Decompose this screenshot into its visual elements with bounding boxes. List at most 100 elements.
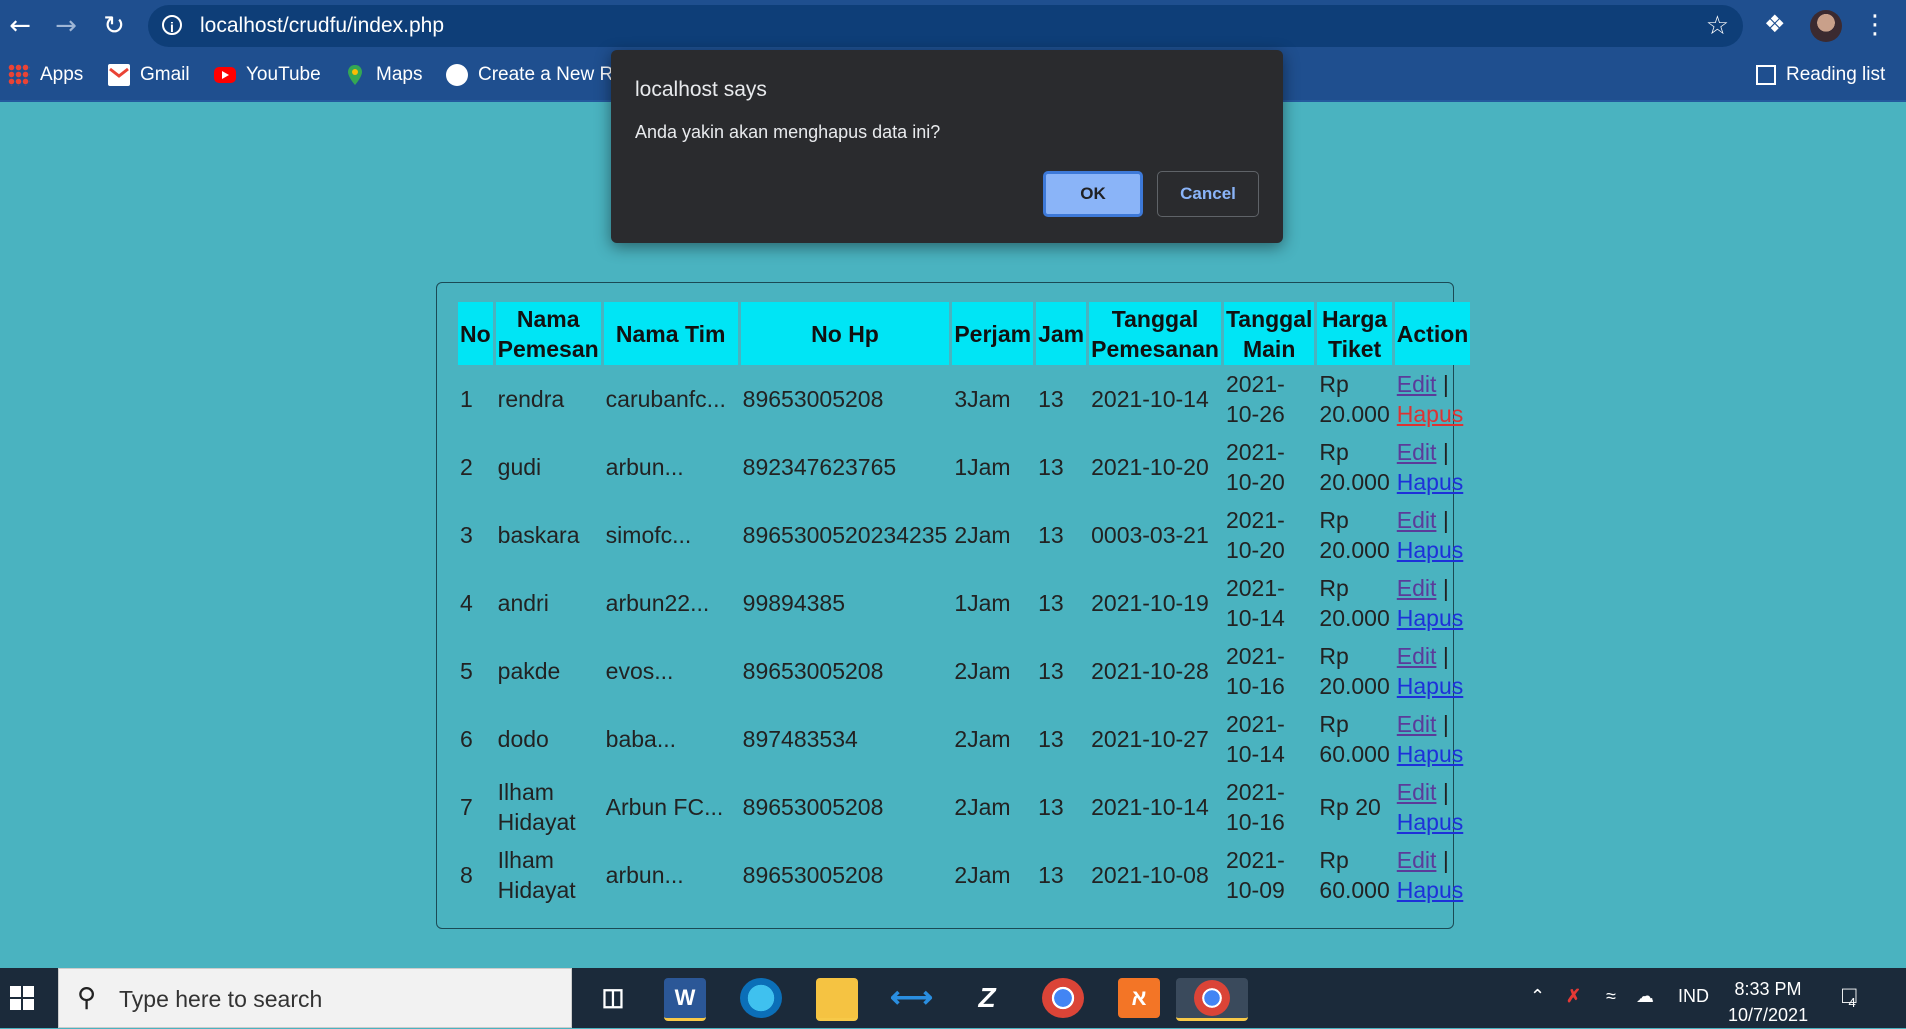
bookmark-maps[interactable]: Maps	[344, 64, 422, 86]
row-tgl-main-date: 10-16	[1225, 809, 1285, 835]
xampp-icon[interactable]: א	[1118, 978, 1160, 1018]
table-row: 7 Ilham Hidayat Arbun FC... 89653005208 2Jam 1…	[458, 773, 1470, 841]
language-indicator[interactable]: IND	[1678, 986, 1709, 1007]
chrome-icon[interactable]	[1042, 978, 1084, 1018]
reload-icon[interactable]: ↻	[100, 12, 128, 40]
hapus-link[interactable]: Hapus	[1397, 673, 1463, 699]
cell-nama-pemesan: baskara	[496, 501, 601, 569]
cell-no-hp: 897483534	[741, 705, 950, 773]
row-nama: gudi	[497, 454, 542, 480]
row-nama-last: Hidayat	[497, 877, 576, 903]
row-hp: 897483534	[742, 726, 858, 752]
edge-icon[interactable]	[740, 978, 782, 1018]
arrow-right-icon[interactable]: →	[52, 12, 80, 40]
task-view-icon[interactable]: ◫	[592, 978, 634, 1018]
edit-link[interactable]: Edit	[1397, 847, 1437, 873]
menu-kebab-icon[interactable]: ⋮	[1862, 10, 1888, 40]
edit-link[interactable]: Edit	[1397, 643, 1437, 669]
row-jam: 13	[1038, 454, 1064, 480]
cell-tanggal-pemesanan: 2021-10-14	[1089, 365, 1221, 433]
edit-link[interactable]: Edit	[1397, 439, 1437, 465]
cell-action: Edit | Hapus	[1395, 705, 1471, 773]
hapus-link[interactable]: Hapus	[1397, 537, 1463, 563]
row-jam: 13	[1038, 658, 1064, 684]
star-icon[interactable]: ☆	[1706, 11, 1729, 41]
cell-tanggal-main: 2021- 10-16	[1224, 637, 1314, 705]
word-icon[interactable]: W	[664, 978, 706, 1021]
filezilla-icon[interactable]: Z	[966, 978, 1008, 1018]
cell-action: Edit | Hapus	[1395, 637, 1471, 705]
row-hp: 99894385	[742, 590, 846, 616]
clock[interactable]: 8:33 PM 10/7/2021	[1728, 976, 1808, 1028]
bookmark-label: YouTube	[246, 64, 321, 85]
bookmark-youtube[interactable]: YouTube	[214, 64, 321, 86]
edit-link[interactable]: Edit	[1397, 779, 1437, 805]
windows-start-icon[interactable]	[10, 986, 34, 1010]
hapus-link[interactable]: Hapus	[1397, 741, 1463, 767]
row-tgl-main-year: 2021-	[1225, 507, 1285, 533]
wifi-icon[interactable]: ≈	[1606, 986, 1616, 1007]
cancel-button[interactable]: Cancel	[1157, 171, 1259, 217]
notification-icon[interactable]: □4	[1842, 982, 1864, 1010]
edit-link[interactable]: Edit	[1397, 575, 1437, 601]
avatar[interactable]	[1810, 10, 1842, 42]
cell-tanggal-main: 2021- 10-14	[1224, 705, 1314, 773]
row-perjam: 2Jam	[954, 726, 1011, 752]
hapus-link[interactable]: Hapus	[1397, 809, 1463, 835]
hapus-link[interactable]: Hapus	[1397, 401, 1463, 427]
edit-link[interactable]: Edit	[1397, 711, 1437, 737]
cell-perjam: 2Jam	[952, 501, 1033, 569]
action-separator: |	[1442, 371, 1449, 397]
search-icon: ⚲	[77, 983, 97, 1013]
cell-no: 8	[458, 841, 493, 909]
address-bar[interactable]: i localhost/crudfu/index.php ☆	[148, 5, 1743, 47]
hapus-link[interactable]: Hapus	[1397, 605, 1463, 631]
cell-harga-tiket: Rp 20	[1317, 773, 1391, 841]
hapus-link[interactable]: Hapus	[1397, 469, 1463, 495]
taskbar-search-input[interactable]: ⚲ Type here to search	[58, 968, 572, 1028]
cell-jam: 13	[1036, 569, 1086, 637]
cell-jam: 13	[1036, 433, 1086, 501]
bookmark-gmail[interactable]: Gmail	[108, 64, 190, 86]
row-perjam: 1Jam	[954, 454, 1011, 480]
cell-tanggal-main: 2021- 10-20	[1224, 501, 1314, 569]
reading-list-button[interactable]: Reading list	[1756, 64, 1885, 86]
row-tgl-pesan: 2021-10-08	[1091, 862, 1209, 888]
bookmark-apps[interactable]: Apps	[8, 64, 83, 86]
info-icon[interactable]: i	[162, 15, 182, 35]
hapus-link[interactable]: Hapus	[1397, 877, 1463, 903]
edit-link[interactable]: Edit	[1397, 507, 1437, 533]
row-no: 7	[460, 794, 473, 820]
row-jam: 13	[1038, 726, 1064, 752]
arrow-left-icon[interactable]: ←	[6, 12, 34, 40]
table-row: 6 dodo baba... 897483534 2Jam 13 2021-10-27 202…	[458, 705, 1470, 773]
row-tgl-main-year: 2021-	[1225, 711, 1285, 737]
header-no: No	[458, 302, 493, 365]
row-tgl-pesan: 2021-10-19	[1091, 590, 1209, 616]
bookmark-label: Gmail	[140, 64, 190, 85]
header-nama-pemesan: Nama Pemesan	[495, 302, 601, 365]
cell-no: 2	[458, 433, 493, 501]
cell-nama-pemesan: dodo	[496, 705, 601, 773]
antivirus-icon[interactable]: ✗	[1566, 986, 1581, 1007]
vscode-icon[interactable]: ⟷	[890, 978, 933, 1018]
extensions-puzzle-icon[interactable]: ❖	[1764, 10, 1786, 38]
browser-toolbar: ← → ↻ i localhost/crudfu/index.php ☆ ❖ ⋮	[0, 0, 1906, 52]
bookmark-github[interactable]: Create a New Re	[446, 64, 624, 86]
tray-chevron-icon[interactable]: ⌃	[1530, 986, 1545, 1007]
cell-harga-tiket: Rp 20.000	[1317, 569, 1391, 637]
ok-button[interactable]: OK	[1043, 171, 1143, 217]
row-harga-amount: 20.000	[1319, 673, 1390, 699]
booking-table: No Nama Pemesan Nama Tim No Hp Perjam Ja…	[455, 302, 1473, 909]
row-harga-prefix: Rp	[1319, 643, 1349, 669]
cell-nama-tim: carubanfc...	[604, 365, 738, 433]
edit-link[interactable]: Edit	[1397, 371, 1437, 397]
dialog-title: localhost says	[635, 78, 767, 101]
file-explorer-icon[interactable]	[816, 978, 858, 1021]
onedrive-icon[interactable]: ☁	[1636, 986, 1654, 1007]
row-harga-amount: 20.000	[1319, 401, 1390, 427]
cell-action: Edit | Hapus	[1395, 773, 1471, 841]
chrome-profile-icon[interactable]	[1176, 978, 1248, 1021]
row-perjam: 3Jam	[954, 386, 1011, 412]
cell-tanggal-pemesanan: 2021-10-20	[1089, 433, 1221, 501]
